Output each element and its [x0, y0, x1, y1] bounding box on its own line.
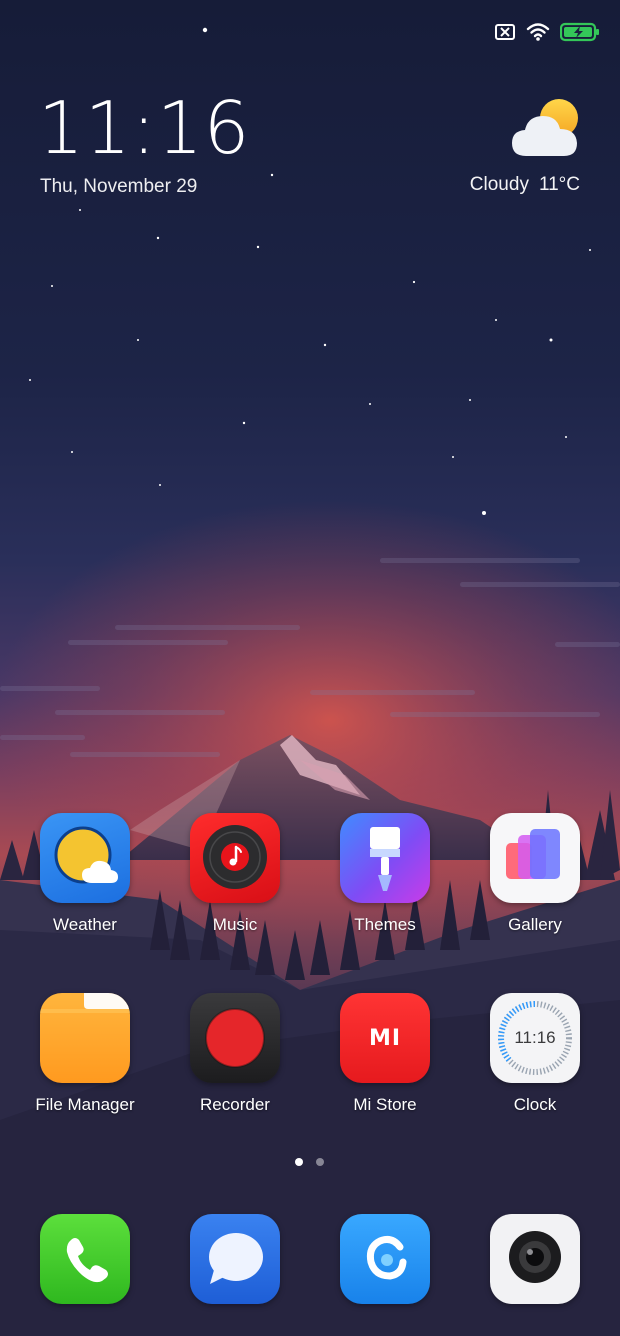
weather-summary[interactable]: Cloudy 11°C: [470, 174, 580, 196]
app-label: Gallery: [508, 915, 562, 934]
messages-icon: [190, 1214, 280, 1304]
mi-logo-text: MI: [368, 1025, 402, 1051]
app-recorder[interactable]: Recorder: [175, 993, 295, 1115]
weather-condition: Cloudy: [469, 174, 529, 195]
clock-time[interactable]: 11:16: [38, 92, 251, 164]
app-gallery[interactable]: Gallery: [475, 813, 595, 935]
status-bar: [494, 22, 600, 42]
app-label: Clock: [513, 1095, 557, 1114]
folder-icon: [40, 993, 130, 1083]
sim-none-icon: [495, 24, 515, 40]
weather-icon: [40, 813, 130, 903]
app-weather[interactable]: Weather: [25, 813, 145, 935]
app-label: Music: [212, 915, 258, 934]
recorder-icon: [190, 993, 280, 1083]
app-clock[interactable]: 11:16 Clock: [475, 993, 595, 1115]
weather-temperature: 11°C: [538, 174, 580, 195]
browser-icon: [340, 1214, 430, 1304]
app-file-manager[interactable]: File Manager: [25, 993, 145, 1115]
app-label: Mi Store: [353, 1095, 417, 1114]
app-label: Recorder: [200, 1095, 270, 1114]
phone-icon: [40, 1214, 130, 1304]
gallery-icon: [490, 813, 580, 903]
page-dot[interactable]: [316, 1158, 324, 1166]
themes-icon: [340, 813, 430, 903]
dock-messages[interactable]: [175, 1214, 295, 1304]
wallpaper: [0, 27, 620, 1336]
dock-browser[interactable]: [325, 1214, 445, 1304]
app-mi-store[interactable]: MI Mi Store: [325, 993, 445, 1115]
app-music[interactable]: Music: [175, 813, 295, 935]
wifi-icon: [526, 23, 550, 41]
music-icon: [190, 813, 280, 903]
app-themes[interactable]: Themes: [325, 813, 445, 935]
mi-store-icon: MI: [340, 993, 430, 1083]
camera-icon: [490, 1214, 580, 1304]
dock-camera[interactable]: [475, 1214, 595, 1304]
dock-phone[interactable]: [25, 1214, 145, 1304]
clock-icon: 11:16: [490, 993, 580, 1083]
page-dot-active[interactable]: [295, 1158, 303, 1166]
partly-cloudy-icon[interactable]: [510, 98, 582, 160]
app-label: File Manager: [35, 1095, 135, 1114]
home-screen: 11:16 Thu, November 29 Cloudy 11°C Weathe…: [0, 0, 620, 1336]
clock-date[interactable]: Thu, November 29: [40, 176, 197, 198]
page-indicator[interactable]: [295, 1158, 324, 1166]
battery-charging-icon: [560, 22, 599, 42]
app-label: Weather: [53, 915, 117, 934]
app-label: Themes: [354, 915, 416, 934]
clock-icon-time: 11:16: [514, 1028, 556, 1047]
